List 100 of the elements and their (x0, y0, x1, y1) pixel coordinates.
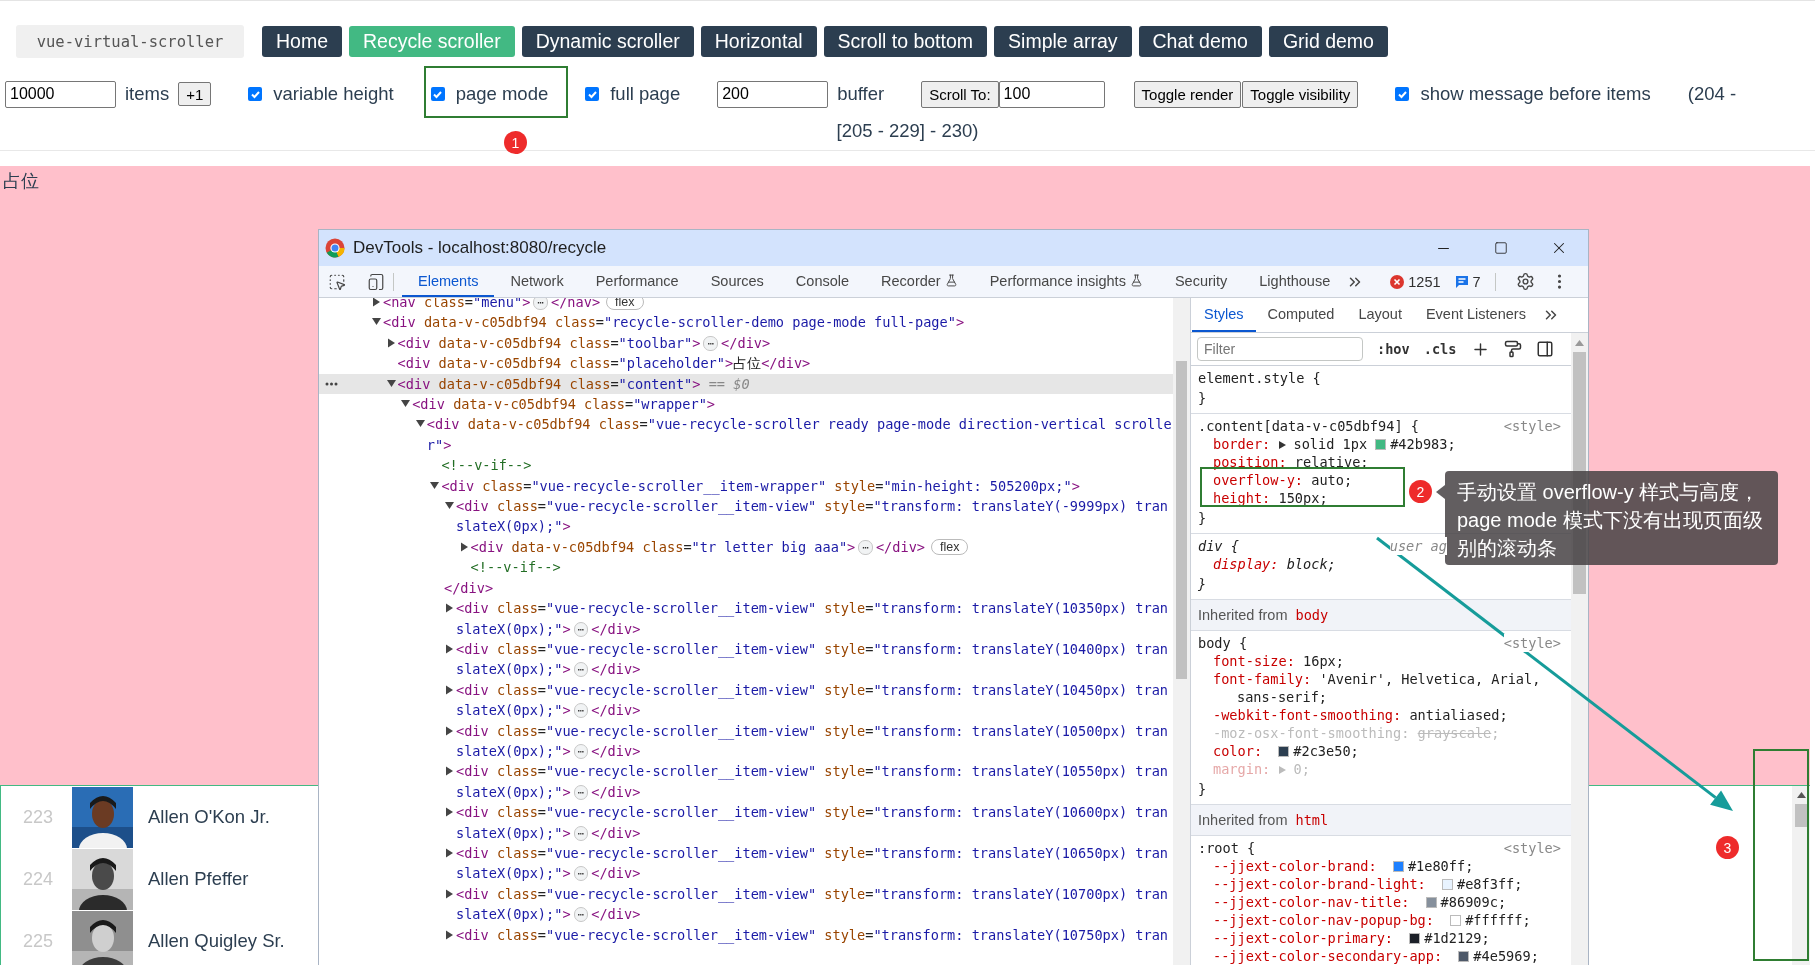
ellipsis-badge[interactable]: ⋯ (573, 662, 589, 678)
devtools-tab[interactable]: Network (494, 266, 580, 297)
dom-node-row[interactable]: </div> (319, 577, 1173, 599)
devtools-tab[interactable]: Recorder (865, 266, 974, 297)
styles-tab[interactable]: Layout (1346, 298, 1414, 332)
scroll-to-field[interactable]: 100 (998, 80, 1105, 108)
expand-arrow-icon[interactable] (1278, 440, 1288, 450)
settings-icon[interactable] (1515, 272, 1535, 291)
dom-node-row[interactable]: <div class="vue-recycle-scroller__item-view" style="transform: translateY(10350px) translateX(0px);"> ⋯ </div> (319, 598, 1173, 639)
error-icon[interactable] (1390, 274, 1405, 289)
color-swatch[interactable] (1278, 746, 1290, 757)
devtools-tab[interactable]: Elements (402, 266, 495, 297)
class-toggle[interactable]: .cls (1423, 341, 1457, 357)
inspect-icon[interactable] (328, 272, 346, 291)
paint-roller-icon[interactable] (1503, 340, 1522, 358)
ellipsis-badge[interactable]: ⋯ (573, 703, 589, 719)
dom-node-row[interactable]: <div class="vue-recycle-scroller__item-view" style="transform: translateY(10600px) translateX(0px);"> ⋯ </div> (319, 802, 1173, 843)
ellipsis-badge[interactable]: ⋯ (573, 743, 589, 759)
count-field[interactable]: 10000 (5, 80, 116, 108)
devtools-tab[interactable]: Performance (579, 266, 695, 297)
expanded-arrow-icon[interactable] (414, 419, 427, 430)
styles-tab[interactable]: Computed (1255, 298, 1347, 332)
toggle-visibility-button[interactable]: Toggle visibility (1242, 80, 1359, 108)
expanded-arrow-icon[interactable] (371, 317, 383, 328)
element-name[interactable]: body (1295, 607, 1329, 623)
dom-node-row[interactable]: <div class="vue-recycle-scroller__item-wrapper" style="min-height: 505200px;"> (319, 475, 1173, 497)
styles-tab[interactable]: Event Listeners (1413, 298, 1538, 332)
dom-node-row[interactable]: <div data-v-c05dbf94 class="vue-recycle-scroller ready page-mode direction-vertical scroller"> (319, 414, 1173, 456)
nav-button[interactable]: Simple array (994, 26, 1132, 57)
more-icon[interactable] (325, 381, 338, 386)
scroll-up-icon[interactable] (1796, 792, 1806, 798)
color-swatch[interactable] (1442, 879, 1453, 890)
dom-node-row[interactable]: <div class="vue-recycle-scroller__item-view" style="transform: translateY(10400px) translateX(0px);"> ⋯ </div> (319, 638, 1173, 680)
buffer-field[interactable]: 200 (717, 80, 829, 108)
nav-button[interactable]: Scroll to bottom (823, 26, 988, 57)
hover-toggle[interactable]: :hov (1377, 341, 1410, 357)
ellipsis-badge[interactable]: ⋯ (573, 866, 589, 882)
dom-node-row[interactable]: <div data-v-c05dbf94 class="content"> == $0 (319, 373, 1173, 395)
dom-node-row[interactable]: <div data-v-c05dbf94 class="toolbar"> ⋯ </div> (319, 332, 1173, 354)
checkbox[interactable] (430, 87, 445, 101)
message-icon[interactable] (1454, 274, 1469, 289)
dom-node-row[interactable]: <div data-v-c05dbf94 class="tr letter big aaa"> ⋯ </div> flex (319, 536, 1173, 558)
element-name[interactable]: html (1295, 812, 1329, 828)
color-swatch[interactable] (1375, 439, 1387, 450)
devtools-tab[interactable]: Security (1158, 266, 1244, 297)
expanded-arrow-icon[interactable] (444, 501, 456, 512)
ellipsis-badge[interactable]: ⋯ (703, 335, 719, 351)
color-swatch[interactable] (1425, 897, 1437, 908)
rule-source[interactable]: <style> (1503, 839, 1561, 857)
color-swatch[interactable] (1450, 915, 1462, 926)
ellipsis-badge[interactable]: ⋯ (573, 825, 589, 841)
devtools-tab[interactable]: Performance insights (973, 266, 1159, 297)
dom-node-row[interactable]: <div class="vue-recycle-scroller__item-view" style="transform: translateY(10700px) translateX(0px);"> ⋯ </div> (319, 883, 1173, 925)
ellipsis-badge[interactable]: ⋯ (573, 784, 589, 800)
dom-node-row[interactable]: <div data-v-c05dbf94 class="wrapper"> (319, 394, 1173, 415)
device-icon[interactable] (367, 272, 385, 291)
styles-tab[interactable]: Styles (1192, 298, 1256, 332)
scroll-to-button[interactable]: Scroll To: (921, 80, 999, 108)
scrollbar-thumb[interactable] (1794, 804, 1808, 827)
ellipsis-badge[interactable]: ⋯ (533, 298, 548, 310)
dom-node-row[interactable]: <!--v-if--> (319, 557, 1173, 578)
color-swatch[interactable] (1392, 861, 1404, 872)
devtools-tab[interactable]: Console (779, 266, 866, 297)
color-swatch[interactable] (1409, 933, 1421, 944)
plus-button[interactable]: +1 (178, 82, 212, 106)
nav-button[interactable]: Dynamic scroller (521, 26, 694, 57)
checkbox[interactable] (585, 87, 600, 101)
color-swatch[interactable] (1458, 951, 1470, 962)
expanded-arrow-icon[interactable] (429, 480, 442, 491)
dom-node-row[interactable]: <div class="vue-recycle-scroller__item-view" style="transform: translateY(10450px) translateX(0px);"> ⋯ </div> (319, 679, 1173, 721)
ellipsis-badge[interactable]: ⋯ (858, 539, 873, 555)
rule-source[interactable]: <style> (1503, 417, 1561, 435)
maximize-icon[interactable] (1494, 241, 1508, 255)
nav-button[interactable]: Horizontal (700, 26, 817, 57)
dom-node-row[interactable]: <div class="vue-recycle-scroller__item-view" style="transform: translateY(10650px) translateX(0px);"> ⋯ </div> (319, 842, 1173, 884)
devtools-tab[interactable]: Lighthouse (1243, 266, 1347, 297)
toggle-render-button[interactable]: Toggle render (1133, 80, 1242, 108)
expanded-arrow-icon[interactable] (385, 378, 398, 389)
sidebar-icon[interactable] (1535, 340, 1554, 358)
dom-node-row[interactable]: <div data-v-c05dbf94 class="placeholder">占位</div> (319, 353, 1173, 374)
dom-node-row[interactable]: <div class="vue-recycle-scroller__item-view" style="transform: translateY(10500px) translateX(0px);"> ⋯ </div> (319, 720, 1173, 762)
dom-node-row[interactable]: <div class="vue-recycle-scroller__item-view" style="transform: translateY(10550px) translateX(0px);"> ⋯ </div> (319, 761, 1173, 803)
nav-button[interactable]: Grid demo (1268, 26, 1388, 57)
rule-source[interactable]: <style> (1503, 634, 1561, 652)
devtools-tab[interactable]: Sources (694, 266, 780, 297)
expanded-arrow-icon[interactable] (400, 399, 413, 410)
dom-node-row[interactable]: <!--v-if--> (319, 455, 1173, 476)
scrollbar[interactable] (1173, 298, 1190, 965)
dom-node-row[interactable]: <div class="vue-recycle-scroller__item-view" style="transform: translateY(-9999px) translateX(0px);"> (319, 496, 1173, 537)
nav-button[interactable]: Home (262, 26, 343, 57)
rule-source[interactable]: user ag (1389, 537, 1447, 555)
ellipsis-badge[interactable]: ⋯ (573, 907, 589, 923)
nav-button[interactable]: Chat demo (1138, 26, 1262, 57)
filter-field[interactable]: Filter (1197, 337, 1363, 361)
checkbox[interactable] (1395, 87, 1410, 101)
scrollbar-thumb[interactable] (1176, 361, 1187, 679)
checkbox[interactable] (248, 87, 263, 101)
dom-node-row[interactable]: <div class="vue-recycle-scroller__item-view" style="transform: translateY(10750px) tran (319, 924, 1173, 945)
dom-node-row[interactable]: <div data-v-c05dbf94 class="recycle-scroller-demo page-mode full-page"> (319, 312, 1173, 333)
ellipsis-badge[interactable]: ⋯ (573, 621, 589, 637)
